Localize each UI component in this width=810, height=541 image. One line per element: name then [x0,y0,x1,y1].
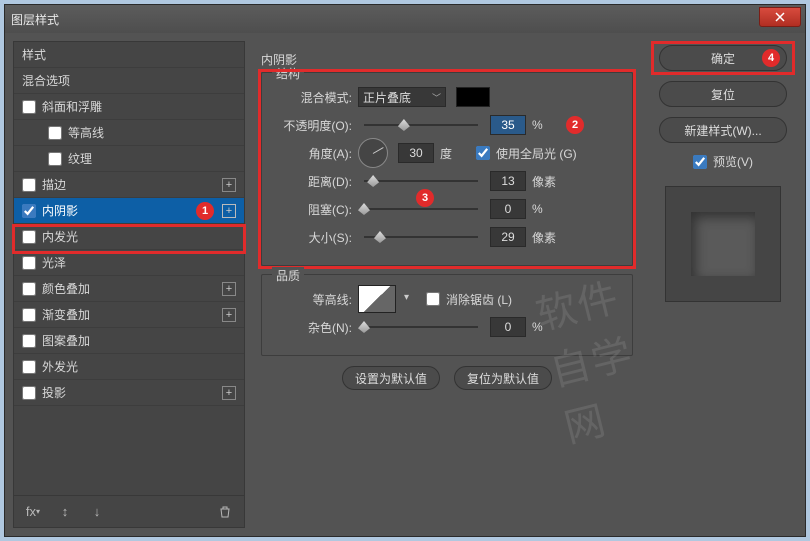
settings-panel: 内阴影 结构 混合模式: 正片叠底﹀ 不透明度(O): % 2 [249,41,645,528]
style-drop-shadow[interactable]: 投影+ [14,380,244,406]
style-outer-glow[interactable]: 外发光 [14,354,244,380]
move-up-icon[interactable]: ↕ [56,503,74,521]
preview-swatch [691,212,755,276]
style-stroke[interactable]: 描边+ [14,172,244,198]
opacity-slider[interactable] [364,124,478,126]
inner-shadow-add-icon[interactable]: + [222,204,236,218]
fx-icon[interactable]: fx▾ [24,503,42,521]
cancel-button[interactable]: 复位 [659,81,787,107]
style-satin[interactable]: 光泽 [14,250,244,276]
styles-footer: fx▾ ↕ ↓ [14,495,244,527]
shadow-color-swatch[interactable] [456,87,490,107]
chevron-down-icon: ﹀ [432,91,441,104]
layer-style-dialog: 图层样式 样式 混合选项 斜面和浮雕 等高线 纹理 描边+ 内阴影 + 1 内发… [4,4,806,537]
contour-picker[interactable] [358,285,396,313]
style-inner-shadow[interactable]: 内阴影 + 1 [14,198,244,224]
angle-row: 角度(A): 度 使用全局光 (G) [276,139,618,167]
size-input[interactable] [490,227,526,247]
gradient-overlay-add-icon[interactable]: + [222,308,236,322]
outer-glow-checkbox[interactable] [22,360,36,374]
quality-group: 品质 等高线: 消除锯齿 (L) 杂色(N): % [261,274,633,356]
texture-sub-checkbox[interactable] [48,152,62,166]
styles-panel: 样式 混合选项 斜面和浮雕 等高线 纹理 描边+ 内阴影 + 1 内发光 光泽 … [13,41,245,528]
styles-header[interactable]: 样式 [14,42,244,68]
quality-legend: 品质 [272,267,304,284]
blend-mode-select[interactable]: 正片叠底﹀ [358,87,446,107]
badge-3: 3 [416,189,434,207]
choke-slider[interactable] [364,208,478,210]
antialias-checkbox[interactable] [426,292,440,306]
side-panel: 确定 4 复位 新建样式(W)... 预览(V) [649,41,797,528]
inner-shadow-checkbox[interactable] [22,204,36,218]
satin-checkbox[interactable] [22,256,36,270]
color-overlay-add-icon[interactable]: + [222,282,236,296]
preview-box [665,186,781,302]
style-color-overlay[interactable]: 颜色叠加+ [14,276,244,302]
close-icon [775,12,785,22]
opacity-row: 不透明度(O): % 2 [276,111,618,139]
trash-icon[interactable] [216,503,234,521]
contour-sub-checkbox[interactable] [48,126,62,140]
dialog-body: 样式 混合选项 斜面和浮雕 等高线 纹理 描边+ 内阴影 + 1 内发光 光泽 … [5,33,805,536]
blend-options[interactable]: 混合选项 [14,68,244,94]
default-buttons-row: 设置为默认值 复位为默认值 [261,366,633,390]
structure-legend: 结构 [272,65,304,82]
badge-1: 1 [196,202,214,220]
blend-mode-row: 混合模式: 正片叠底﹀ [276,83,618,111]
stroke-add-icon[interactable]: + [222,178,236,192]
close-button[interactable] [759,7,801,27]
style-pattern-overlay[interactable]: 图案叠加 [14,328,244,354]
choke-row: 阻塞(C): 3 % [276,195,618,223]
choke-input[interactable] [490,199,526,219]
ok-button[interactable]: 确定 4 [659,45,787,71]
angle-dial[interactable] [358,138,388,168]
size-slider[interactable] [364,236,478,238]
style-texture-sub[interactable]: 纹理 [14,146,244,172]
contour-row: 等高线: 消除锯齿 (L) [276,285,618,313]
distance-row: 距离(D): 像素 [276,167,618,195]
make-default-button[interactable]: 设置为默认值 [342,366,440,390]
style-gradient-overlay[interactable]: 渐变叠加+ [14,302,244,328]
noise-row: 杂色(N): % [276,313,618,341]
badge-2: 2 [566,116,584,134]
reset-default-button[interactable]: 复位为默认值 [454,366,552,390]
style-contour-sub[interactable]: 等高线 [14,120,244,146]
gradient-overlay-checkbox[interactable] [22,308,36,322]
move-down-icon[interactable]: ↓ [88,503,106,521]
style-bevel[interactable]: 斜面和浮雕 [14,94,244,120]
new-style-button[interactable]: 新建样式(W)... [659,117,787,143]
style-inner-glow[interactable]: 内发光 [14,224,244,250]
pattern-overlay-checkbox[interactable] [22,334,36,348]
distance-slider[interactable] [364,180,478,182]
badge-4: 4 [762,49,780,67]
opacity-input[interactable] [490,115,526,135]
preview-toggle-row: 预览(V) [693,153,753,170]
global-light-checkbox[interactable] [476,146,490,160]
color-overlay-checkbox[interactable] [22,282,36,296]
noise-input[interactable] [490,317,526,337]
window-title: 图层样式 [11,11,59,28]
preview-checkbox[interactable] [693,155,707,169]
stroke-checkbox[interactable] [22,178,36,192]
structure-group: 结构 混合模式: 正片叠底﹀ 不透明度(O): % 2 [261,72,633,266]
inner-glow-checkbox[interactable] [22,230,36,244]
panel-title: 内阴影 [261,41,633,72]
drop-shadow-add-icon[interactable]: + [222,386,236,400]
distance-input[interactable] [490,171,526,191]
drop-shadow-checkbox[interactable] [22,386,36,400]
titlebar: 图层样式 [5,5,805,33]
angle-input[interactable] [398,143,434,163]
noise-slider[interactable] [364,326,478,328]
size-row: 大小(S): 像素 [276,223,618,251]
bevel-checkbox[interactable] [22,100,36,114]
